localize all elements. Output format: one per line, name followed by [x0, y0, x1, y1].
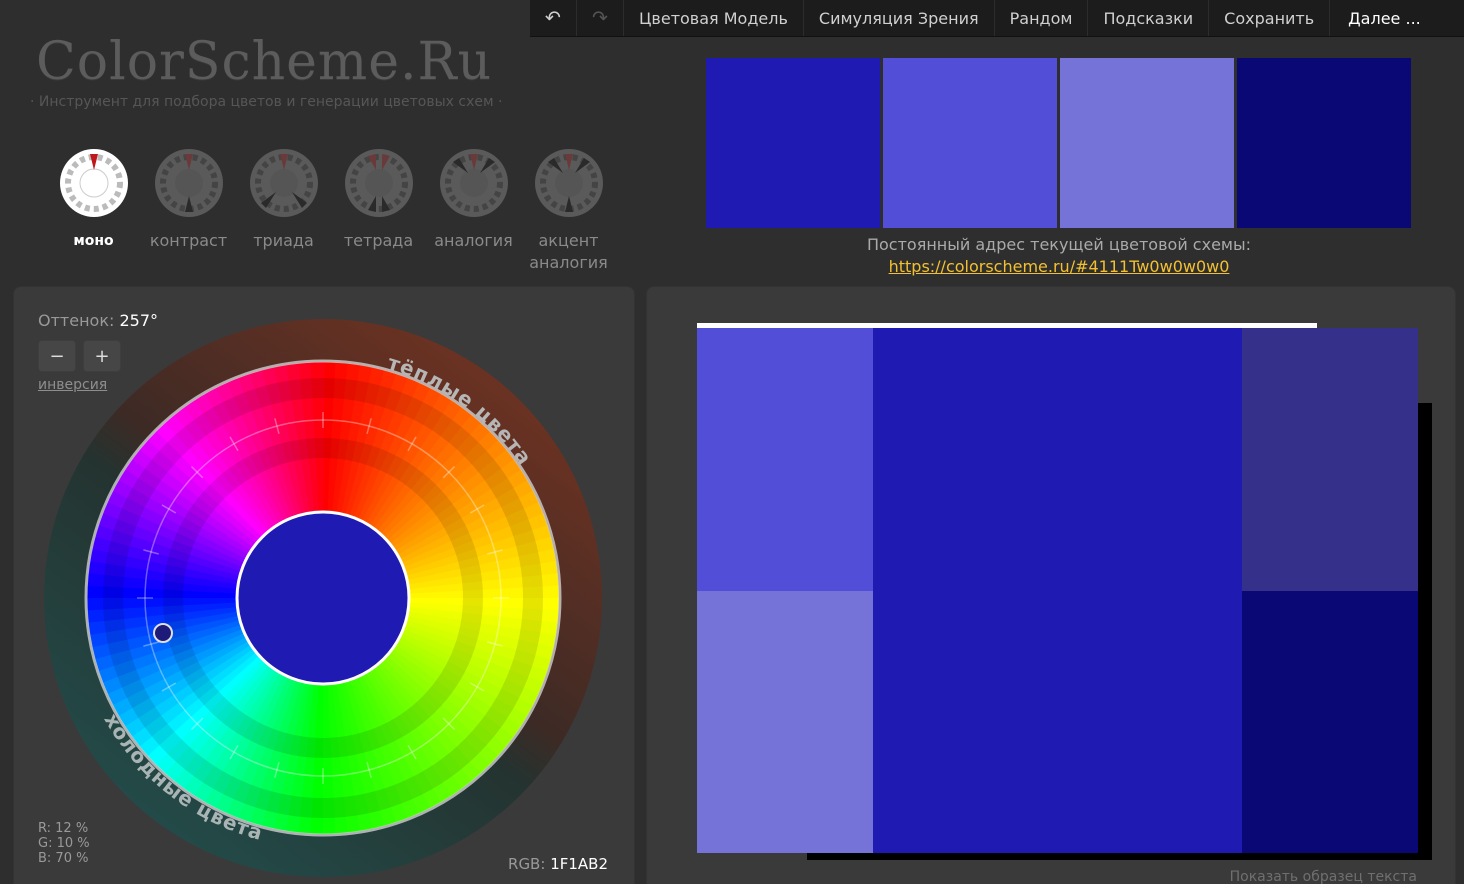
show-text-sample-link[interactable]: Показать образец текста	[1230, 869, 1417, 884]
preview-block-dark-2	[1242, 591, 1418, 853]
hue-increase-button[interactable]: +	[83, 340, 121, 372]
mode-label: контраст	[149, 231, 228, 250]
nav-random[interactable]: Рандом	[995, 0, 1089, 36]
analogy-mode-icon	[439, 149, 508, 217]
wheel-center-color	[235, 510, 411, 686]
color-wheel-panel: тёплые цвета холодные цвета Оттенок: 257…	[13, 286, 635, 884]
hue-marker[interactable]	[153, 623, 173, 643]
nav-save[interactable]: Сохранить	[1209, 0, 1331, 36]
mode-label: тетрада	[343, 231, 414, 250]
mode-label: моно	[73, 233, 114, 249]
preview-block-light-1	[697, 328, 873, 591]
permalink-url[interactable]: https://colorscheme.ru/#4111Tw0w0w0w0	[889, 257, 1230, 276]
hue-label: Оттенок:	[38, 311, 115, 330]
accent-analogy-mode-icon	[534, 149, 603, 217]
hue-decrease-button[interactable]: −	[38, 340, 76, 372]
swatch-main[interactable]	[706, 58, 880, 228]
tetrad-mode-icon	[344, 149, 413, 217]
top-nav: ↶ ↷ Цветовая Модель Симуляция Зрения Ран…	[530, 0, 1464, 37]
swatch-light-1[interactable]	[883, 58, 1057, 228]
nav-vision-simulation[interactable]: Симуляция Зрения	[804, 0, 995, 36]
undo-icon[interactable]: ↶	[530, 0, 577, 36]
permalink-label: Постоянный адрес текущей цветовой схемы:	[866, 235, 1251, 254]
preview-block-dark-1	[1242, 328, 1418, 591]
color-wheel[interactable]: тёплые цвета холодные цвета	[42, 317, 604, 879]
rgb-percentages: R: 12 % G: 10 % B: 70 %	[38, 821, 90, 866]
swatch-light-2[interactable]	[1060, 58, 1234, 228]
swatch-dark[interactable]	[1237, 58, 1411, 228]
hue-value: 257°	[119, 311, 159, 330]
scheme-swatches	[706, 58, 1411, 228]
mode-analogy[interactable]: аналогия	[426, 148, 521, 274]
mode-label: аналогия	[434, 231, 513, 250]
rgb-hex: RGB: 1F1AB2	[508, 855, 608, 873]
mode-triad[interactable]: триада	[236, 148, 331, 274]
tagline: · Инструмент для подбора цветов и генера…	[30, 94, 503, 110]
redo-icon[interactable]: ↷	[577, 0, 624, 36]
preview-block-light-2	[697, 591, 873, 853]
mode-mono[interactable]: моно	[46, 148, 141, 274]
mode-accent-analogy[interactable]: акцент аналогия	[521, 148, 616, 274]
permalink: Постоянный адрес текущей цветовой схемы:…	[706, 234, 1412, 278]
mono-mode-icon	[59, 149, 128, 217]
invert-link[interactable]: инверсия	[38, 377, 107, 393]
scheme-modes: моно контраст триада тетрада аналогия ак…	[46, 148, 616, 274]
rgb-hex-value[interactable]: 1F1AB2	[550, 855, 608, 873]
hue-row: Оттенок: 257°	[38, 311, 158, 330]
preview-block-main	[873, 328, 1242, 853]
mode-label: акцент аналогия	[529, 231, 608, 272]
triad-mode-icon	[249, 149, 318, 217]
mode-contrast[interactable]: контраст	[141, 148, 236, 274]
nav-color-model[interactable]: Цветовая Модель	[624, 0, 804, 36]
contrast-mode-icon	[154, 149, 223, 217]
rgb-green-percent: G: 10 %	[38, 836, 90, 851]
preview-panel: Показать образец текста	[646, 286, 1456, 884]
rgb-hex-label: RGB:	[508, 855, 546, 873]
nav-hints[interactable]: Подсказки	[1088, 0, 1210, 36]
scheme-preview	[697, 323, 1432, 860]
rgb-red-percent: R: 12 %	[38, 821, 89, 836]
nav-more[interactable]: Далее ...	[1330, 0, 1439, 36]
mode-label: триада	[253, 231, 314, 250]
site-logo[interactable]: ColorScheme.Ru	[36, 32, 492, 92]
mode-tetrad[interactable]: тетрада	[331, 148, 426, 274]
rgb-blue-percent: B: 70 %	[38, 851, 89, 866]
